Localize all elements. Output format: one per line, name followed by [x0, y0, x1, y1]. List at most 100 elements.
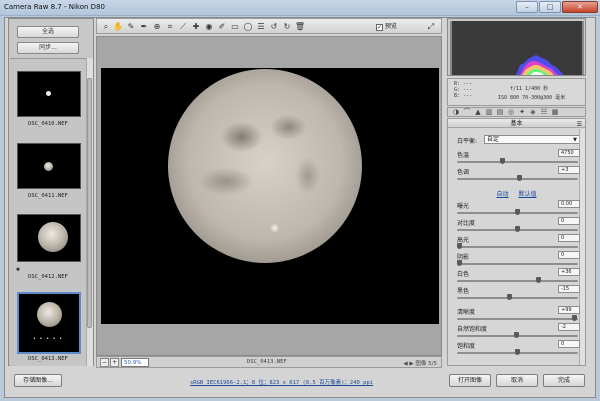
- basic-tab-icon[interactable]: ◑: [451, 108, 461, 117]
- slider-value-field[interactable]: -2: [558, 323, 580, 331]
- basic-panel: 基本 ☰ 白平衡: 自定 ▼ 自动 默认值 色温 4750 色调 +3 曝光 0.00 对比…: [447, 118, 586, 366]
- slider-track[interactable]: [457, 332, 578, 338]
- slider-value-field[interactable]: +99: [558, 306, 580, 314]
- radial-filter-icon[interactable]: ◯: [242, 21, 254, 32]
- detail-tab-icon[interactable]: ▲: [473, 108, 483, 117]
- camera-calibration-tab-icon[interactable]: ◈: [528, 108, 538, 117]
- split-toning-tab-icon[interactable]: ▤: [495, 108, 505, 117]
- histogram: [447, 18, 586, 76]
- slider-knob[interactable]: [515, 349, 520, 355]
- slider-track[interactable]: [457, 260, 578, 266]
- close-button[interactable]: ✕: [562, 1, 598, 13]
- slider-value-field[interactable]: -15: [558, 285, 580, 293]
- color-sampler-icon[interactable]: ✒: [138, 21, 150, 32]
- synchronize-button[interactable]: 同步...: [17, 42, 79, 54]
- thumbnail-0413-selected[interactable]: • • • • •: [17, 292, 81, 354]
- slider-knob[interactable]: [457, 243, 462, 249]
- slider-value-field[interactable]: 0: [558, 251, 580, 259]
- slider-knob[interactable]: [517, 175, 522, 181]
- white-balance-icon[interactable]: ✎: [125, 21, 137, 32]
- rotate-right-icon[interactable]: ↻: [281, 21, 293, 32]
- slider-track[interactable]: [457, 158, 578, 164]
- hsl-tab-icon[interactable]: ▥: [484, 108, 494, 117]
- next-image-icon[interactable]: ▶: [409, 361, 413, 367]
- slider-track[interactable]: [457, 243, 578, 249]
- slider-value-field[interactable]: 0.00: [558, 200, 580, 208]
- scrollbar-thumb[interactable]: [87, 78, 92, 328]
- cancel-button[interactable]: 取消: [496, 374, 538, 387]
- slider-value-field[interactable]: 4750: [558, 149, 580, 157]
- slider-knob[interactable]: [515, 209, 520, 215]
- slider-knob[interactable]: [572, 315, 577, 321]
- image-canvas[interactable]: [101, 68, 439, 324]
- slider-knob[interactable]: [507, 294, 512, 300]
- panel-menu-icon[interactable]: ☰: [577, 120, 582, 129]
- effects-tab-icon[interactable]: ✦: [517, 108, 527, 117]
- auto-link[interactable]: 自动: [497, 191, 509, 198]
- thumbnail-0411[interactable]: [17, 143, 81, 189]
- slider-knob[interactable]: [457, 260, 462, 266]
- status-bar: − + 50.9% DSC_0413.NEF ◀ ▶ 图像 5/5: [96, 356, 442, 368]
- white-balance-select[interactable]: 自定 ▼: [484, 135, 580, 144]
- slider-knob[interactable]: [500, 158, 505, 164]
- slider-track[interactable]: [457, 209, 578, 215]
- hand-icon[interactable]: ✋: [112, 21, 124, 32]
- filmstrip-scrollbar[interactable]: [86, 58, 93, 366]
- slider-track[interactable]: [457, 277, 578, 283]
- title-bar: Camera Raw 8.7 - Nikon D80 – □ ✕: [0, 0, 600, 16]
- crop-icon[interactable]: ⌗: [164, 21, 176, 32]
- edited-badge-icon: ◈: [15, 265, 21, 273]
- maximize-button[interactable]: □: [539, 1, 561, 13]
- zoom-in-button[interactable]: +: [110, 358, 119, 367]
- default-link[interactable]: 默认值: [518, 191, 536, 198]
- moon-thumb-image: [38, 222, 68, 252]
- slider-track[interactable]: [457, 315, 578, 321]
- minimize-button[interactable]: –: [516, 1, 538, 13]
- image-label: 图像: [415, 361, 427, 367]
- graduated-filter-icon[interactable]: ▭: [229, 21, 241, 32]
- workflow-options-link[interactable]: sRGB IEC61966-2.1；8 位；823 x 617 (0.5 百万像…: [190, 378, 373, 386]
- slider-value-field[interactable]: +36: [558, 268, 580, 276]
- straighten-icon[interactable]: ⟋: [177, 21, 189, 32]
- zoom-icon[interactable]: ⌕: [100, 21, 112, 32]
- slider-track[interactable]: [457, 175, 578, 181]
- rotate-left-icon[interactable]: ↺: [268, 21, 280, 32]
- spot-removal-icon[interactable]: ✚: [190, 21, 202, 32]
- slider-value-field[interactable]: 0: [558, 340, 580, 348]
- fullscreen-icon[interactable]: ⤢: [425, 21, 437, 32]
- thumbnail-0410[interactable]: [17, 71, 81, 117]
- preview-checkbox[interactable]: ✓ 预览: [376, 21, 414, 32]
- moon-thumb-image: [37, 302, 62, 327]
- preferences-icon[interactable]: ☰: [255, 21, 267, 32]
- slider-track[interactable]: [457, 226, 578, 232]
- window-title: Camera Raw 8.7 - Nikon D80: [4, 3, 105, 11]
- open-image-button[interactable]: 打开图像: [449, 374, 491, 387]
- zoom-out-button[interactable]: −: [100, 358, 109, 367]
- image-count: 5/5: [428, 361, 437, 367]
- thumbnail-0412[interactable]: [17, 214, 81, 262]
- slider-knob[interactable]: [514, 332, 519, 338]
- slider-knob[interactable]: [515, 226, 520, 232]
- select-all-button[interactable]: 全选: [17, 26, 79, 38]
- prev-image-icon[interactable]: ◀: [403, 361, 407, 367]
- save-image-button[interactable]: 存储图像...: [14, 374, 62, 387]
- red-eye-icon[interactable]: ◉: [203, 21, 215, 32]
- done-button[interactable]: 完成: [543, 374, 585, 387]
- slider-value-field[interactable]: 0: [558, 234, 580, 242]
- trash-icon[interactable]: 🗑: [294, 21, 306, 32]
- lens-tab-icon[interactable]: ◎: [506, 108, 516, 117]
- rating-stars[interactable]: • • • • •: [33, 336, 63, 342]
- panel-tabs: ◑ ⌒ ▲ ▥ ▤ ◎ ✦ ◈ ☷ ▦: [447, 107, 586, 117]
- snapshots-tab-icon[interactable]: ▦: [550, 108, 560, 117]
- target-adjust-icon[interactable]: ⊕: [151, 21, 163, 32]
- thumbnail-caption: DSC_0412.NEF: [28, 274, 68, 280]
- tone-curve-tab-icon[interactable]: ⌒: [462, 108, 472, 117]
- slider-track[interactable]: [457, 349, 578, 355]
- slider-knob[interactable]: [536, 277, 541, 283]
- slider-value-field[interactable]: +3: [558, 166, 580, 174]
- zoom-level-field[interactable]: 50.9%: [121, 358, 149, 367]
- slider-track[interactable]: [457, 294, 578, 300]
- adjust-brush-icon[interactable]: ✐: [216, 21, 228, 32]
- presets-tab-icon[interactable]: ☷: [539, 108, 549, 117]
- slider-value-field[interactable]: 0: [558, 217, 580, 225]
